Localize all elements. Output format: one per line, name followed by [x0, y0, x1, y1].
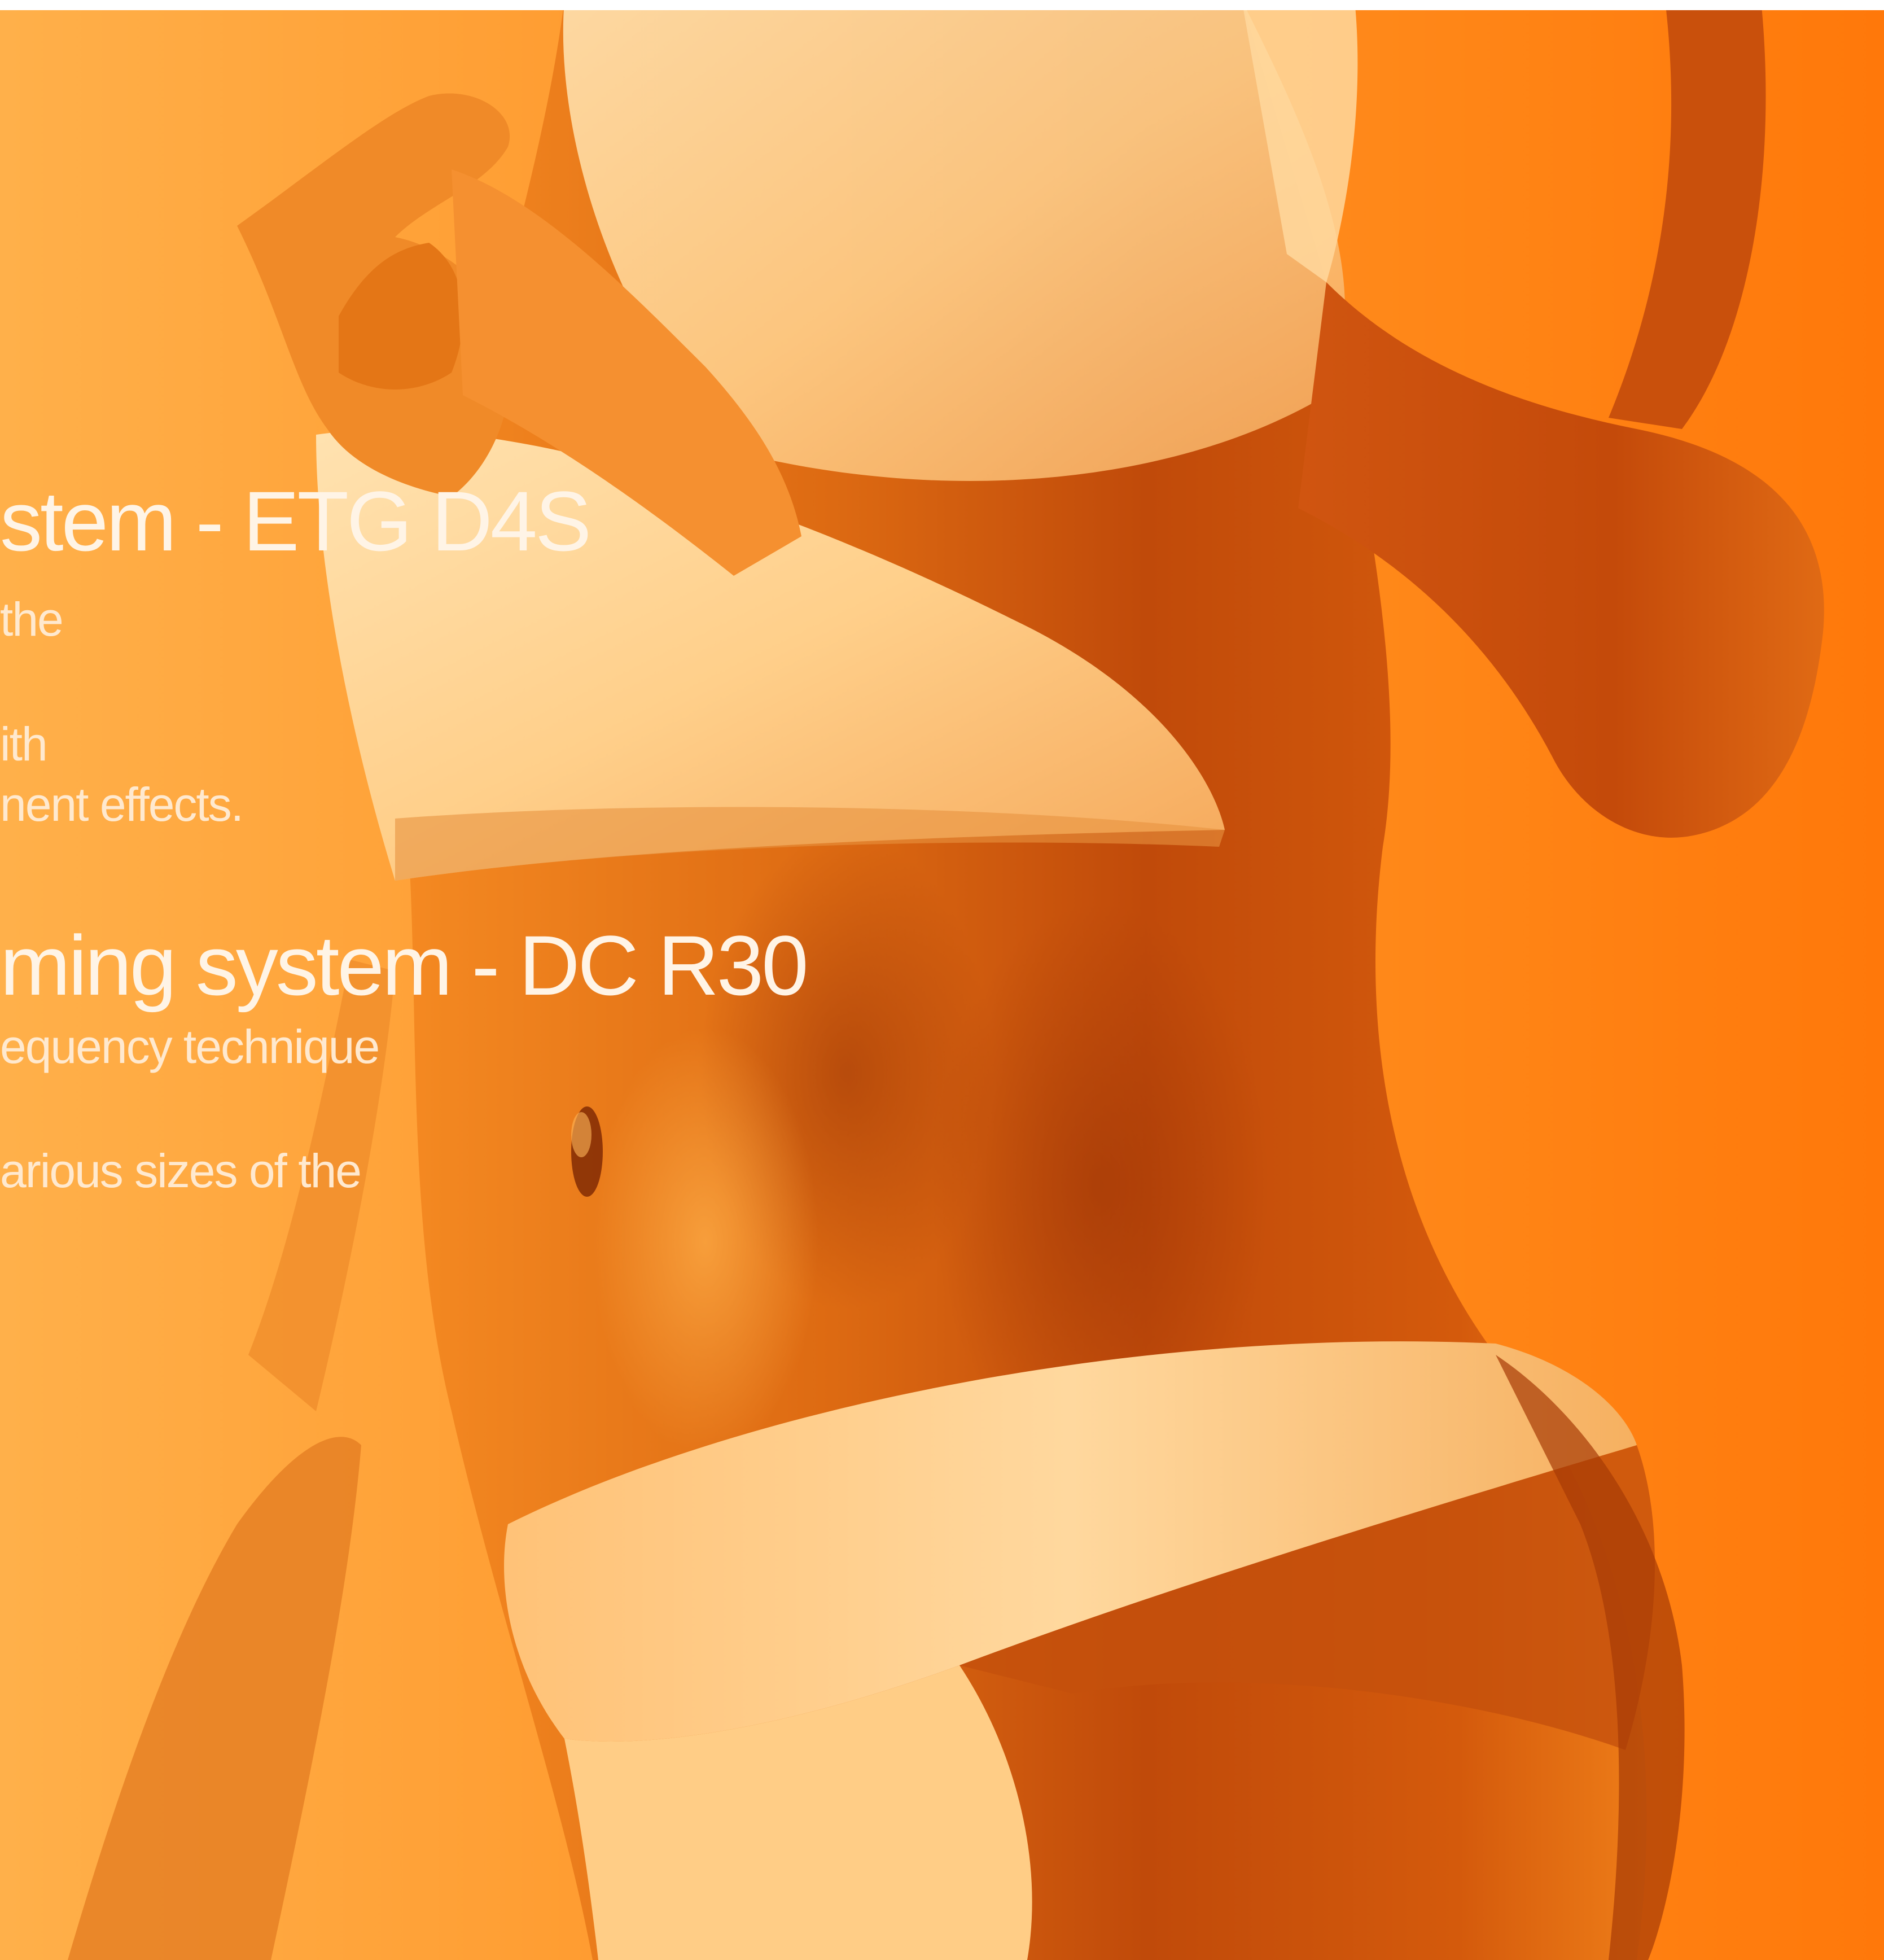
caption-line: arious sizes of the	[0, 1144, 362, 1197]
caption-line: nent effects.	[0, 778, 244, 831]
top-border	[0, 0, 1884, 10]
banner: stem - ETG D4S the ith nent effects. min…	[0, 0, 1884, 1960]
caption-heading-etg: stem - ETG D4S	[0, 474, 592, 568]
caption-line: ith	[0, 718, 48, 771]
caption-line: the	[0, 593, 64, 646]
caption-line: equency technique	[0, 1020, 380, 1073]
caption-heading-dc: ming system - DC R30	[0, 918, 809, 1013]
